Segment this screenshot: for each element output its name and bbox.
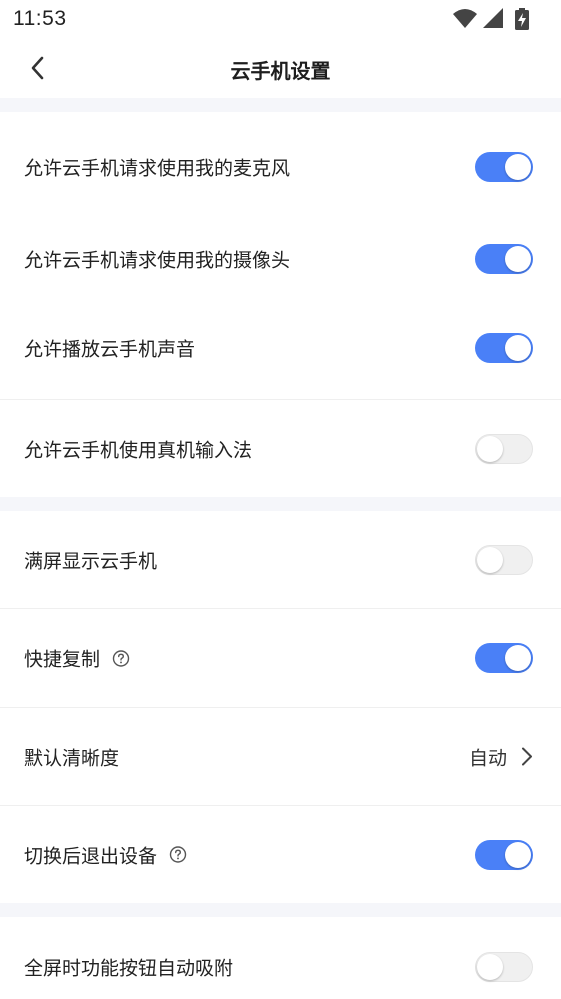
setting-label: 默认清晰度 [24,747,120,769]
toggle-knob [505,335,531,361]
fullscreen-toggle[interactable] [475,544,533,575]
setting-label: 快捷复制 [24,645,130,672]
toggle-knob [505,645,531,671]
setting-label-text: 切换后退出设备 [24,845,158,867]
setting-label: 允许云手机使用真机输入法 [24,439,253,461]
setting-label: 满屏显示云手机 [24,550,158,572]
quick-copy-toggle[interactable] [475,643,533,673]
setting-row-fullscreen: 满屏显示云手机 [0,511,561,608]
exit-on-switch-toggle[interactable] [475,839,533,870]
setting-row-sound: 允许播放云手机声音 [0,296,561,400]
help-icon[interactable] [169,846,187,864]
setting-row-clarity[interactable]: 默认清晰度 自动 [0,708,561,805]
setting-row-exit-on-switch: 切换后退出设备 [0,806,561,903]
setting-row-quick-copy: 快捷复制 [0,609,561,707]
setting-row-input-method: 允许云手机使用真机输入法 [0,400,561,497]
toggle-knob [477,954,503,980]
wifi-icon [453,9,477,28]
setting-label: 全屏时功能按钮自动吸附 [24,957,234,980]
setting-row-camera: 允许云手机请求使用我的摄像头 [0,222,561,296]
setting-row-microphone: 允许云手机请求使用我的麦克风 [0,112,561,222]
toggle-knob [477,435,503,462]
clarity-value: 自动 [468,747,507,769]
chevron-right-icon [522,747,532,766]
battery-charging-icon [515,8,529,30]
camera-toggle[interactable] [475,244,533,274]
setting-label: 切换后退出设备 [24,841,187,868]
microphone-toggle[interactable] [475,152,533,182]
help-icon[interactable] [112,649,130,667]
sound-toggle[interactable] [475,333,533,363]
setting-label: 允许播放云手机声音 [24,338,196,361]
toggle-knob [505,841,531,868]
status-time: 11:53 [13,7,67,30]
section-gap [0,98,561,112]
clarity-selector[interactable]: 自动 [469,743,533,770]
toggle-knob [505,246,531,272]
toggle-knob [477,546,503,573]
signal-icon [483,8,503,28]
setting-label: 允许云手机请求使用我的麦克风 [24,157,291,180]
section-gap [0,903,561,917]
input-method-toggle[interactable] [475,433,533,464]
auto-snap-toggle[interactable] [475,952,533,982]
header: 云手机设置 [0,40,561,98]
page-title: 云手机设置 [230,59,331,83]
setting-label-text: 快捷复制 [24,648,101,671]
toggle-knob [505,154,531,180]
setting-label: 允许云手机请求使用我的摄像头 [24,249,291,272]
status-bar: 11:53 [0,0,561,40]
setting-row-auto-snap: 全屏时功能按钮自动吸附 [0,917,561,999]
section-gap [0,497,561,511]
